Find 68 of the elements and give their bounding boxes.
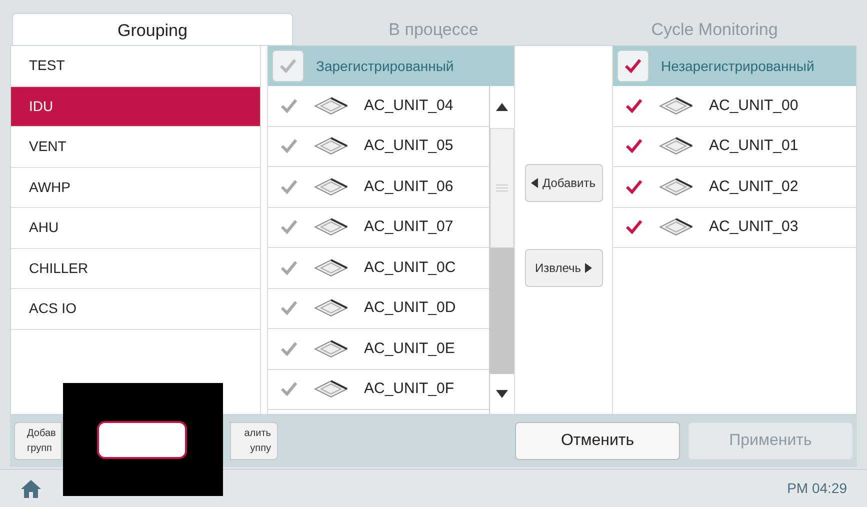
- list-title: Незарегистрированный: [661, 56, 814, 76]
- unit-name: AC_UNIT_0E: [364, 338, 455, 358]
- group-item[interactable]: AHU: [11, 208, 260, 248]
- check-icon[interactable]: [280, 340, 298, 357]
- right-arrow-icon: [585, 263, 592, 273]
- unit-name: AC_UNIT_02: [709, 176, 798, 196]
- group-item[interactable]: CHILLER: [11, 248, 260, 289]
- scroll-down-icon[interactable]: [490, 374, 514, 414]
- check-icon[interactable]: [280, 138, 298, 154]
- select-all-checkbox[interactable]: [272, 50, 304, 82]
- unit-row[interactable]: AC_UNIT_05: [268, 126, 489, 167]
- unit-row[interactable]: AC_UNIT_0D: [268, 288, 489, 329]
- unit-name: AC_UNIT_03: [709, 217, 798, 237]
- check-icon[interactable]: [625, 98, 643, 114]
- check-icon[interactable]: [625, 138, 643, 154]
- check-icon[interactable]: [280, 300, 298, 316]
- ceiling-cassette-icon: [659, 96, 693, 115]
- group-item[interactable]: VENT: [11, 127, 260, 168]
- ceiling-cassette-icon: [314, 299, 348, 318]
- scroll-thumb[interactable]: [490, 128, 514, 248]
- ceiling-cassette-icon: [314, 258, 348, 277]
- check-icon[interactable]: [280, 260, 298, 276]
- remove-button[interactable]: Извлечь: [524, 249, 602, 287]
- unit-name: AC_UNIT_04: [364, 96, 454, 116]
- ceiling-cassette-icon: [659, 218, 693, 236]
- check-icon[interactable]: [625, 219, 643, 236]
- action-button[interactable]: Отменить: [515, 422, 680, 460]
- unit-row[interactable]: AC_UNIT_01: [613, 126, 856, 167]
- check-icon[interactable]: [280, 219, 298, 236]
- clock: PM 04:29: [787, 479, 847, 498]
- group-button[interactable]: алить уппу: [230, 422, 278, 460]
- unit-name: AC_UNIT_01: [709, 136, 798, 156]
- select-all-checkbox[interactable]: [617, 50, 649, 82]
- ceiling-cassette-icon: [314, 340, 348, 358]
- ceiling-cassette-icon: [314, 218, 348, 236]
- ceiling-cassette-icon: [659, 178, 693, 196]
- ceiling-cassette-icon: [659, 137, 693, 156]
- unit-name: AC_UNIT_06: [364, 176, 454, 196]
- check-icon[interactable]: [280, 381, 298, 398]
- unit-name: AC_UNIT_0D: [364, 298, 456, 318]
- unit-row[interactable]: AC_UNIT_07: [268, 208, 489, 248]
- unit-name: AC_UNIT_0F: [364, 379, 454, 399]
- home-icon[interactable]: [20, 478, 42, 498]
- unit-name: AC_UNIT_00: [709, 96, 798, 116]
- unit-row[interactable]: AC_UNIT_03: [613, 208, 856, 248]
- unit-name: AC_UNIT_07: [364, 217, 454, 237]
- group-item[interactable]: ACS IO: [11, 289, 260, 330]
- check-icon[interactable]: [625, 178, 643, 195]
- list-title: Зарегистрированный: [316, 56, 454, 76]
- group-item[interactable]: AWHP: [11, 168, 260, 208]
- check-icon: [624, 58, 642, 74]
- check-icon[interactable]: [280, 98, 298, 114]
- check-icon: [279, 58, 297, 74]
- add-button[interactable]: Добавить: [524, 164, 602, 202]
- ceiling-cassette-icon: [314, 380, 348, 398]
- check-icon[interactable]: [280, 178, 298, 195]
- left-arrow-icon: [531, 178, 538, 188]
- ceiling-cassette-icon: [314, 96, 348, 115]
- unit-name: AC_UNIT_0C: [364, 258, 456, 278]
- ceiling-cassette-icon: [314, 137, 348, 156]
- ceiling-cassette-icon: [314, 178, 348, 196]
- unit-row[interactable]: AC_UNIT_0F: [268, 370, 489, 410]
- tab[interactable]: Grouping: [12, 13, 293, 45]
- unit-name: AC_UNIT_05: [364, 136, 454, 156]
- scrollbar[interactable]: [489, 86, 514, 414]
- scroll-up-icon[interactable]: [490, 86, 514, 128]
- group-button[interactable]: Добав групп: [14, 422, 62, 460]
- group-item[interactable]: IDU: [11, 86, 260, 127]
